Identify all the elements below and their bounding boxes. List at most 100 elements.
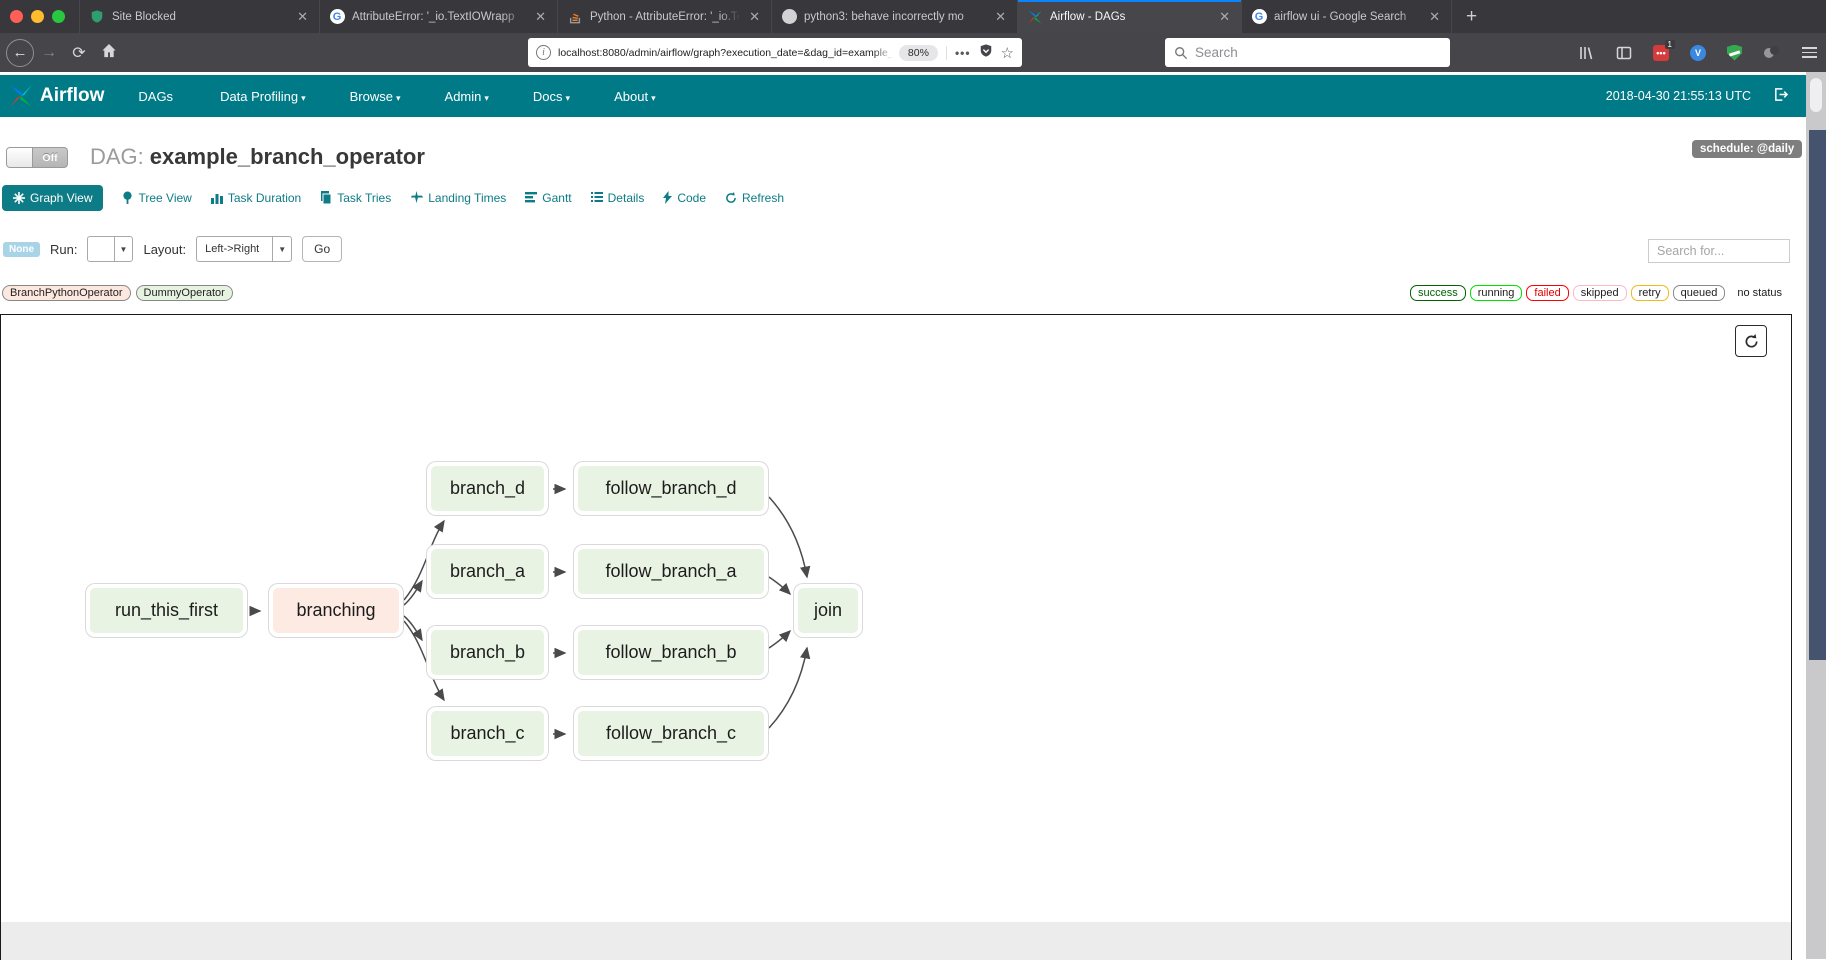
graph-refresh-button[interactable] (1735, 325, 1767, 357)
tracking-protection-shield-icon[interactable] (979, 43, 993, 63)
task-node-follow_branch_d[interactable]: follow_branch_d (574, 462, 768, 515)
menu-hamburger-icon[interactable] (1801, 44, 1818, 61)
legend-retry: retry (1631, 285, 1669, 301)
task-node-join[interactable]: join (794, 584, 862, 637)
go-button[interactable]: Go (302, 236, 342, 262)
extension-red-icon[interactable]: ••• 1 (1653, 45, 1669, 61)
task-node-follow_branch_a[interactable]: follow_branch_a (574, 545, 768, 598)
schedule-badge[interactable]: schedule: @daily (1692, 140, 1802, 158)
edge-branching-branch_b (404, 616, 422, 640)
refresh-icon (1744, 334, 1759, 349)
browser-search-input[interactable] (1195, 45, 1395, 60)
zoom-level-badge[interactable]: 80% (899, 45, 938, 61)
task-search-input[interactable] (1648, 239, 1790, 263)
tab-details[interactable]: Details (591, 191, 645, 205)
adblock-shield-icon[interactable] (1727, 45, 1742, 61)
background-window-edge (1809, 130, 1826, 660)
dag-pause-toggle[interactable]: Off (6, 147, 68, 168)
extension-blue-icon[interactable]: V (1690, 45, 1706, 61)
tab-python-attributeerror[interactable]: Python - AttributeError: '_io.Te ✕ (557, 0, 771, 33)
task-node-branch_a[interactable]: branch_a (427, 545, 548, 598)
tab-code[interactable]: Code (663, 191, 706, 205)
nav-item-browse[interactable]: Browse▾ (328, 89, 423, 104)
nav-item-docs[interactable]: Docs▾ (511, 89, 592, 104)
tab-close-icon[interactable]: ✕ (747, 9, 762, 25)
google-favicon-icon: G (329, 9, 345, 25)
task-node-branching[interactable]: branching (269, 584, 403, 637)
task-node-branch_c[interactable]: branch_c (427, 707, 548, 760)
task-node-branch_b[interactable]: branch_b (427, 626, 548, 679)
edge-branching-branch_a (404, 581, 422, 605)
refresh-icon (725, 192, 737, 204)
tab-close-icon[interactable]: ✕ (533, 9, 548, 25)
tab-refresh[interactable]: Refresh (725, 191, 784, 205)
utc-clock: 2018-04-30 21:55:13 UTC (1606, 89, 1751, 103)
nav-item-about[interactable]: About▾ (592, 89, 678, 104)
layout-select[interactable]: Left->Right ▼ (196, 236, 292, 262)
legend-branchpythonoperator: BranchPythonOperator (2, 285, 131, 301)
chevron-down-icon: ▼ (272, 237, 291, 261)
airflow-brand[interactable]: Airflow (0, 83, 116, 109)
airflow-navbar: Airflow DAGs Data Profiling▾ Browse▾ Adm… (0, 75, 1826, 117)
browser-search-bar[interactable] (1165, 38, 1450, 67)
tab-airflow-ui-search[interactable]: G airflow ui - Google Search ✕ (1241, 0, 1451, 33)
tab-tree-view[interactable]: Tree View (122, 191, 191, 205)
legend-success: success (1410, 285, 1466, 301)
tab-gantt[interactable]: Gantt (525, 191, 571, 205)
forward-icon[interactable]: → (34, 44, 64, 62)
dag-edges (1, 315, 1791, 960)
dag-graph-canvas[interactable]: run_this_first branching branch_d follow… (0, 314, 1792, 960)
tab-landing-times[interactable]: Landing Times (410, 191, 506, 205)
home-icon[interactable] (94, 43, 124, 63)
tab-airflow-dags[interactable]: Airflow - DAGs ✕ (1017, 0, 1241, 33)
scrollbar-thumb[interactable] (1810, 78, 1822, 112)
tab-close-icon[interactable]: ✕ (295, 9, 310, 25)
browser-toolbar: ← → ⟳ i localhost:8080/admin/airflow/gra… (0, 33, 1826, 72)
tab-site-blocked[interactable]: Site Blocked ✕ (79, 0, 319, 33)
dag-prefix: DAG: (90, 144, 144, 169)
run-select[interactable]: ▼ (87, 236, 133, 262)
edge-follow_a-join (769, 577, 790, 594)
tab-close-icon[interactable]: ✕ (1217, 9, 1232, 25)
task-node-branch_d[interactable]: branch_d (427, 462, 548, 515)
tab-close-icon[interactable]: ✕ (1427, 9, 1442, 25)
nav-item-admin[interactable]: Admin▾ (423, 89, 511, 104)
tree-view-icon (122, 191, 133, 204)
logout-icon[interactable] (1773, 87, 1788, 105)
tab-title: Python - AttributeError: '_io.Te (590, 11, 740, 23)
edge-follow_d-join (769, 497, 807, 577)
reload-icon[interactable]: ⟳ (64, 43, 94, 63)
task-duration-icon (211, 192, 223, 204)
chevron-down-icon: ▼ (114, 237, 133, 261)
legend-failed: failed (1526, 285, 1568, 301)
page-actions-icon[interactable]: ••• (946, 46, 971, 60)
tab-task-duration[interactable]: Task Duration (211, 191, 301, 205)
tab-attributeerror[interactable]: G AttributeError: '_io.TextIOWrapp ✕ (319, 0, 557, 33)
task-node-follow_branch_c[interactable]: follow_branch_c (574, 707, 768, 760)
library-icon[interactable] (1577, 44, 1594, 61)
back-icon[interactable]: ← (6, 39, 34, 67)
tab-graph-view[interactable]: Graph View (2, 185, 103, 211)
page-title: DAG:example_branch_operator (90, 144, 425, 170)
close-window-button[interactable] (10, 10, 23, 23)
nav-item-data-profiling[interactable]: Data Profiling▾ (198, 89, 328, 104)
nav-item-dags[interactable]: DAGs (116, 89, 198, 104)
cookies-icon[interactable] (1763, 44, 1780, 61)
url-bar[interactable]: i localhost:8080/admin/airflow/graph?exe… (528, 38, 1022, 67)
new-tab-button[interactable]: + (1451, 0, 1491, 33)
minimize-window-button[interactable] (31, 10, 44, 23)
tab-close-icon[interactable]: ✕ (993, 9, 1008, 25)
task-node-follow_branch_b[interactable]: follow_branch_b (574, 626, 768, 679)
tab-task-tries[interactable]: Task Tries (320, 191, 391, 205)
sidebar-icon[interactable] (1615, 44, 1632, 61)
tab-python3-behave[interactable]: python3: behave incorrectly mo ✕ (771, 0, 1017, 33)
github-favicon-icon (781, 9, 797, 25)
task-node-run_this_first[interactable]: run_this_first (86, 584, 247, 637)
gantt-icon (525, 192, 537, 203)
bookmark-star-icon[interactable]: ☆ (1001, 44, 1014, 62)
tab-title: AttributeError: '_io.TextIOWrapp (352, 11, 526, 23)
legend-running: running (1470, 285, 1523, 301)
details-icon (591, 192, 603, 203)
page-info-icon[interactable]: i (536, 45, 551, 60)
zoom-window-button[interactable] (52, 10, 65, 23)
